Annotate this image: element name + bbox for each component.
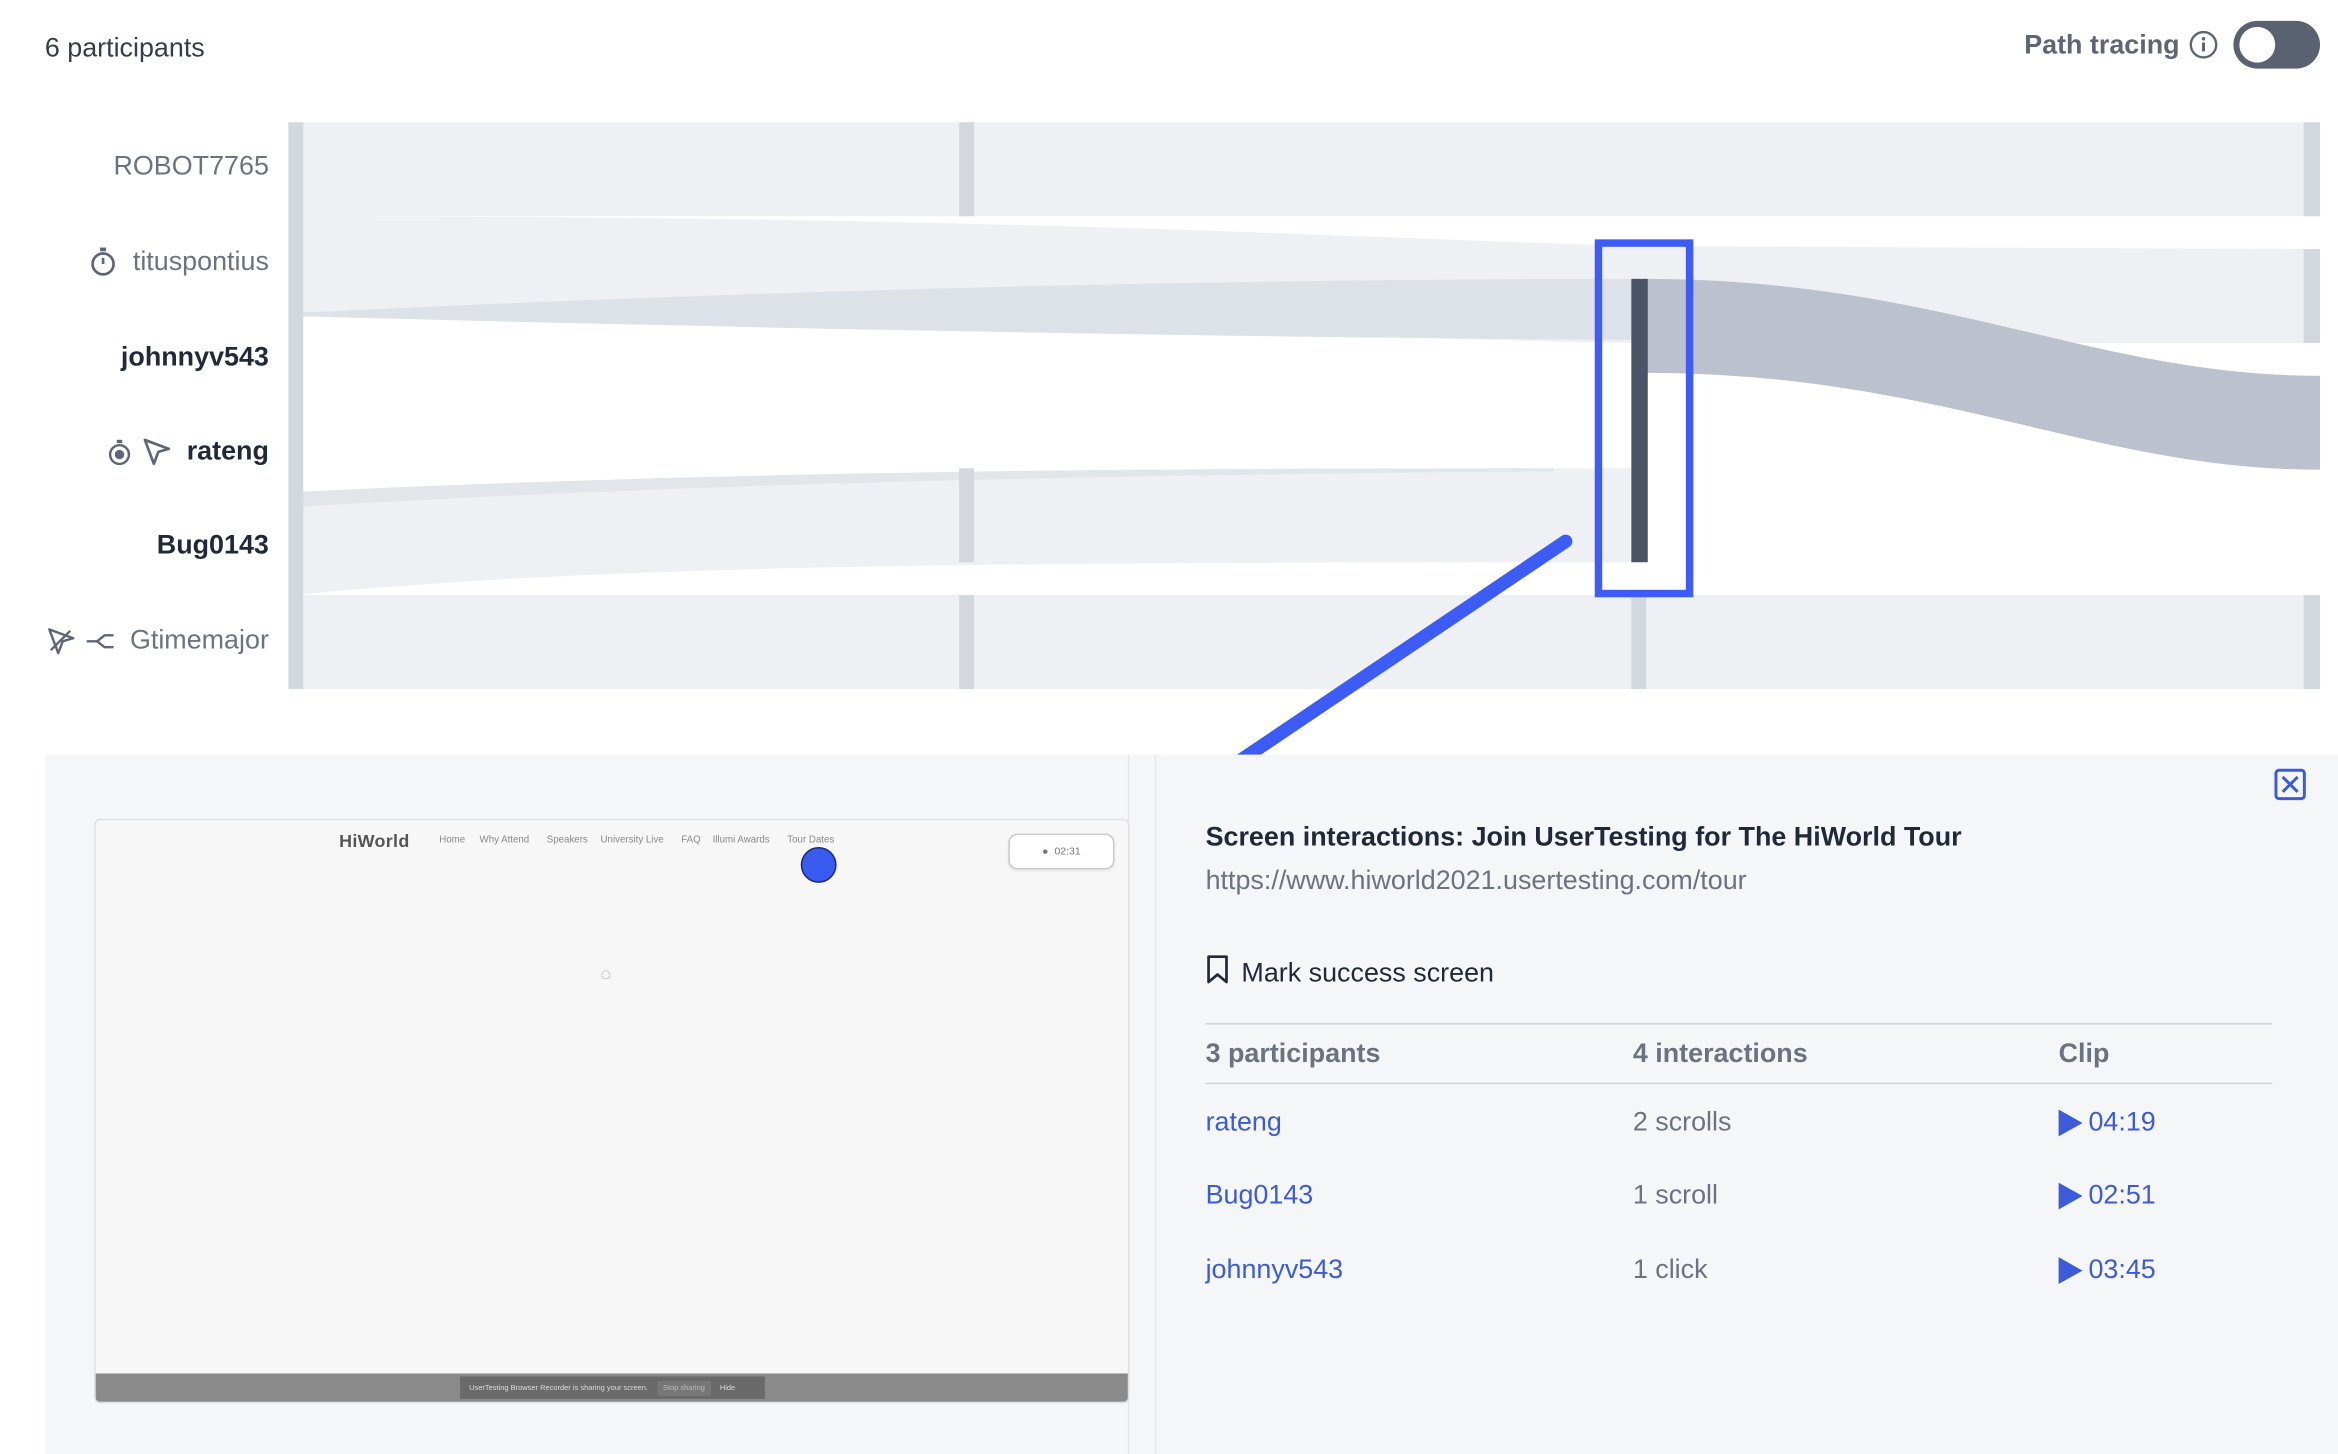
participant-label-johnnyv543[interactable]: johnnyv543 [121, 342, 269, 373]
clip-time: 03:45 [2088, 1254, 2156, 1285]
interaction-count: 1 click [1632, 1254, 1708, 1285]
thumbnail-timer-text: 02:31 [1054, 846, 1081, 857]
clip-link[interactable]: 02:51 [2058, 1179, 2156, 1211]
thumbnail-footer-bar: UserTesting Browser Recorder is sharing … [95, 1373, 1128, 1402]
close-icon [2274, 768, 2306, 801]
play-icon [2058, 1108, 2083, 1136]
thumbnail-site-header: HiWorld Home Why Attend Speakers Univers… [96, 820, 1128, 880]
clip-link[interactable]: 04:19 [2058, 1106, 2156, 1138]
path-branch-icon [85, 629, 115, 653]
screen-title: Screen interactions: Join UserTesting fo… [1205, 821, 1962, 852]
click-marker [800, 847, 837, 883]
step-column-3-bottom [1631, 595, 1647, 689]
record-dot-icon: ● [1042, 846, 1049, 857]
participant-label-tituspontius[interactable]: tituspontius [88, 245, 269, 278]
recorder-hide-button: Hide [719, 1383, 736, 1393]
clip-time: 04:19 [2088, 1106, 2156, 1137]
participant-name: ROBOT7765 [113, 150, 269, 181]
table-divider [1205, 1023, 2273, 1025]
step-column-2-bottom [959, 595, 975, 689]
loading-spinner-icon: ◌ [600, 963, 612, 985]
table-header-participants: 3 participants [1205, 1037, 1381, 1068]
participant-link[interactable]: rateng [1206, 1107, 1282, 1138]
thumbnail-nav-link: Home [439, 835, 466, 846]
participant-label-gtimemajor[interactable]: Gtimemajor [46, 625, 269, 656]
step-column-4-top [2303, 122, 2321, 217]
step-column-4-bottom [2303, 595, 2321, 689]
selected-screen-node[interactable] [1631, 278, 1648, 563]
screen-thumbnail[interactable]: HiWorld Home Why Attend Speakers Univers… [94, 818, 1130, 1404]
bookmark-icon [1206, 954, 1230, 991]
panel-divider [1154, 754, 1157, 1454]
clip-time: 02:51 [2088, 1179, 2156, 1210]
interaction-count: 1 scroll [1632, 1179, 1719, 1210]
thumbnail-nav-link: Why Attend [479, 835, 530, 846]
thumbnail-recorder-timer: ● 02:31 [1008, 833, 1115, 870]
play-icon [2058, 1181, 2083, 1209]
participant-name: rateng [186, 435, 269, 466]
participant-label-bug0143[interactable]: Bug0143 [157, 529, 269, 560]
recorder-message: UserTesting Browser Recorder is sharing … [469, 1383, 649, 1393]
mark-success-button[interactable]: Mark success screen [1206, 954, 1494, 991]
stopwatch-icon [88, 245, 118, 278]
thumbnail-nav-link: Tour Dates [787, 835, 835, 846]
recorder-stop-button: Stop sharing [656, 1380, 711, 1396]
interaction-count: 2 scrolls [1632, 1106, 1732, 1137]
close-panel-button[interactable] [2274, 768, 2307, 801]
cursor-arrow-icon [142, 436, 172, 466]
participant-link[interactable]: Bug0143 [1206, 1180, 1314, 1211]
participant-name: Gtimemajor [129, 624, 269, 655]
table-header-clip: Clip [2058, 1037, 2110, 1068]
thumbnail-logo-text: HiWorld [339, 830, 410, 852]
step-column-2-mid [959, 468, 975, 563]
participant-link[interactable]: johnnyv543 [1206, 1254, 1344, 1285]
flow-lane-gtimemajor [292, 595, 2321, 689]
misclick-icon [46, 626, 76, 656]
flow-lane-robot7765 [292, 122, 2321, 217]
thumbnail-nav-link: FAQ [681, 835, 701, 846]
table-divider [1205, 1082, 2273, 1085]
thumbnail-nav-link: Speakers [546, 835, 588, 846]
participant-name: tituspontius [132, 245, 269, 276]
step-column-2-top [959, 122, 975, 217]
step-column-1 [288, 122, 304, 689]
step-column-4-mid [2303, 249, 2321, 343]
participant-label-rateng[interactable]: rateng [106, 435, 269, 466]
stopwatch-icon [106, 436, 133, 466]
play-icon [2058, 1256, 2083, 1284]
participant-label-robot7765[interactable]: ROBOT7765 [113, 151, 268, 182]
thumbnail-nav-link: Illumi Awards [712, 835, 770, 846]
clip-link[interactable]: 03:45 [2058, 1254, 2156, 1285]
thumbnail-site-logo: HiWorld [339, 831, 409, 852]
mark-success-label: Mark success screen [1241, 957, 1494, 988]
participant-name: Bug0143 [156, 529, 269, 560]
thumbnail-recorder-bar: UserTesting Browser Recorder is sharing … [460, 1376, 765, 1399]
thumbnail-nav-link: University Live [600, 835, 664, 846]
table-header-interactions: 4 interactions [1632, 1037, 1808, 1068]
screen-url: https://www.hiworld2021.usertesting.com/… [1205, 864, 1747, 895]
participant-name: johnnyv543 [120, 341, 269, 372]
stage: 6 participants Path tracing ROBOT7765 ti… [0, 0, 2338, 1454]
